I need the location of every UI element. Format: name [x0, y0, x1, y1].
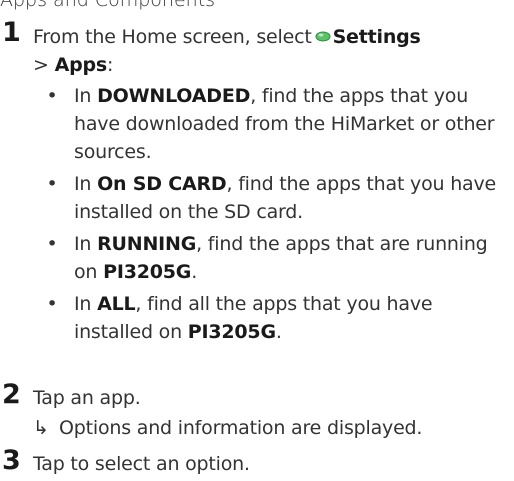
result-arrow-icon: ↳: [33, 417, 49, 439]
step-number: 3: [2, 445, 21, 476]
instruction-prefix: From the Home screen, select: [33, 26, 312, 48]
apps-label: Apps: [54, 54, 108, 76]
device-name: PI3205G: [103, 261, 192, 283]
settings-label: Settings: [332, 26, 421, 48]
step-3-instruction: Tap to select an option.: [33, 453, 250, 475]
list-item: • In ALL, find all the apps that you hav…: [46, 290, 510, 346]
tab-name: ALL: [97, 293, 136, 315]
bullet-dot: •: [46, 173, 58, 195]
bullet-lead: In: [74, 293, 92, 315]
bullet-dot: •: [46, 293, 58, 315]
step-1-instruction: From the Home screen, select Settings > A…: [33, 22, 510, 79]
bullet-dot: •: [46, 233, 58, 255]
list-item: • In DOWNLOADED, find the apps that you …: [46, 82, 510, 166]
list-item: • In On SD CARD, find the apps that you …: [46, 170, 510, 226]
bullet-end: .: [191, 261, 198, 283]
step-number: 2: [2, 379, 21, 410]
device-name: PI3205G: [187, 321, 276, 343]
bullet-end: .: [275, 321, 282, 343]
step-2-instruction: Tap an app.: [33, 387, 141, 409]
instruction-suffix: :: [107, 54, 114, 76]
settings-icon: [315, 22, 331, 42]
bullet-lead: In: [74, 233, 92, 255]
list-item: • In RUNNING, find the apps that are run…: [46, 230, 510, 286]
bullet-list: • In DOWNLOADED, find the apps that you …: [46, 82, 510, 350]
tab-name: DOWNLOADED: [97, 85, 251, 107]
step-number: 1: [2, 17, 21, 48]
tab-name: On SD CARD: [97, 173, 227, 195]
tab-name: RUNNING: [97, 233, 197, 255]
separator: >: [33, 54, 49, 76]
bullet-dot: •: [46, 85, 58, 107]
bullet-lead: In: [74, 173, 92, 195]
step-2-result: ↳ Options and information are displayed.: [33, 414, 510, 442]
result-text: Options and information are displayed.: [59, 417, 423, 439]
bullet-lead: In: [74, 85, 92, 107]
clipped-heading: Apps and Components: [0, 0, 216, 11]
